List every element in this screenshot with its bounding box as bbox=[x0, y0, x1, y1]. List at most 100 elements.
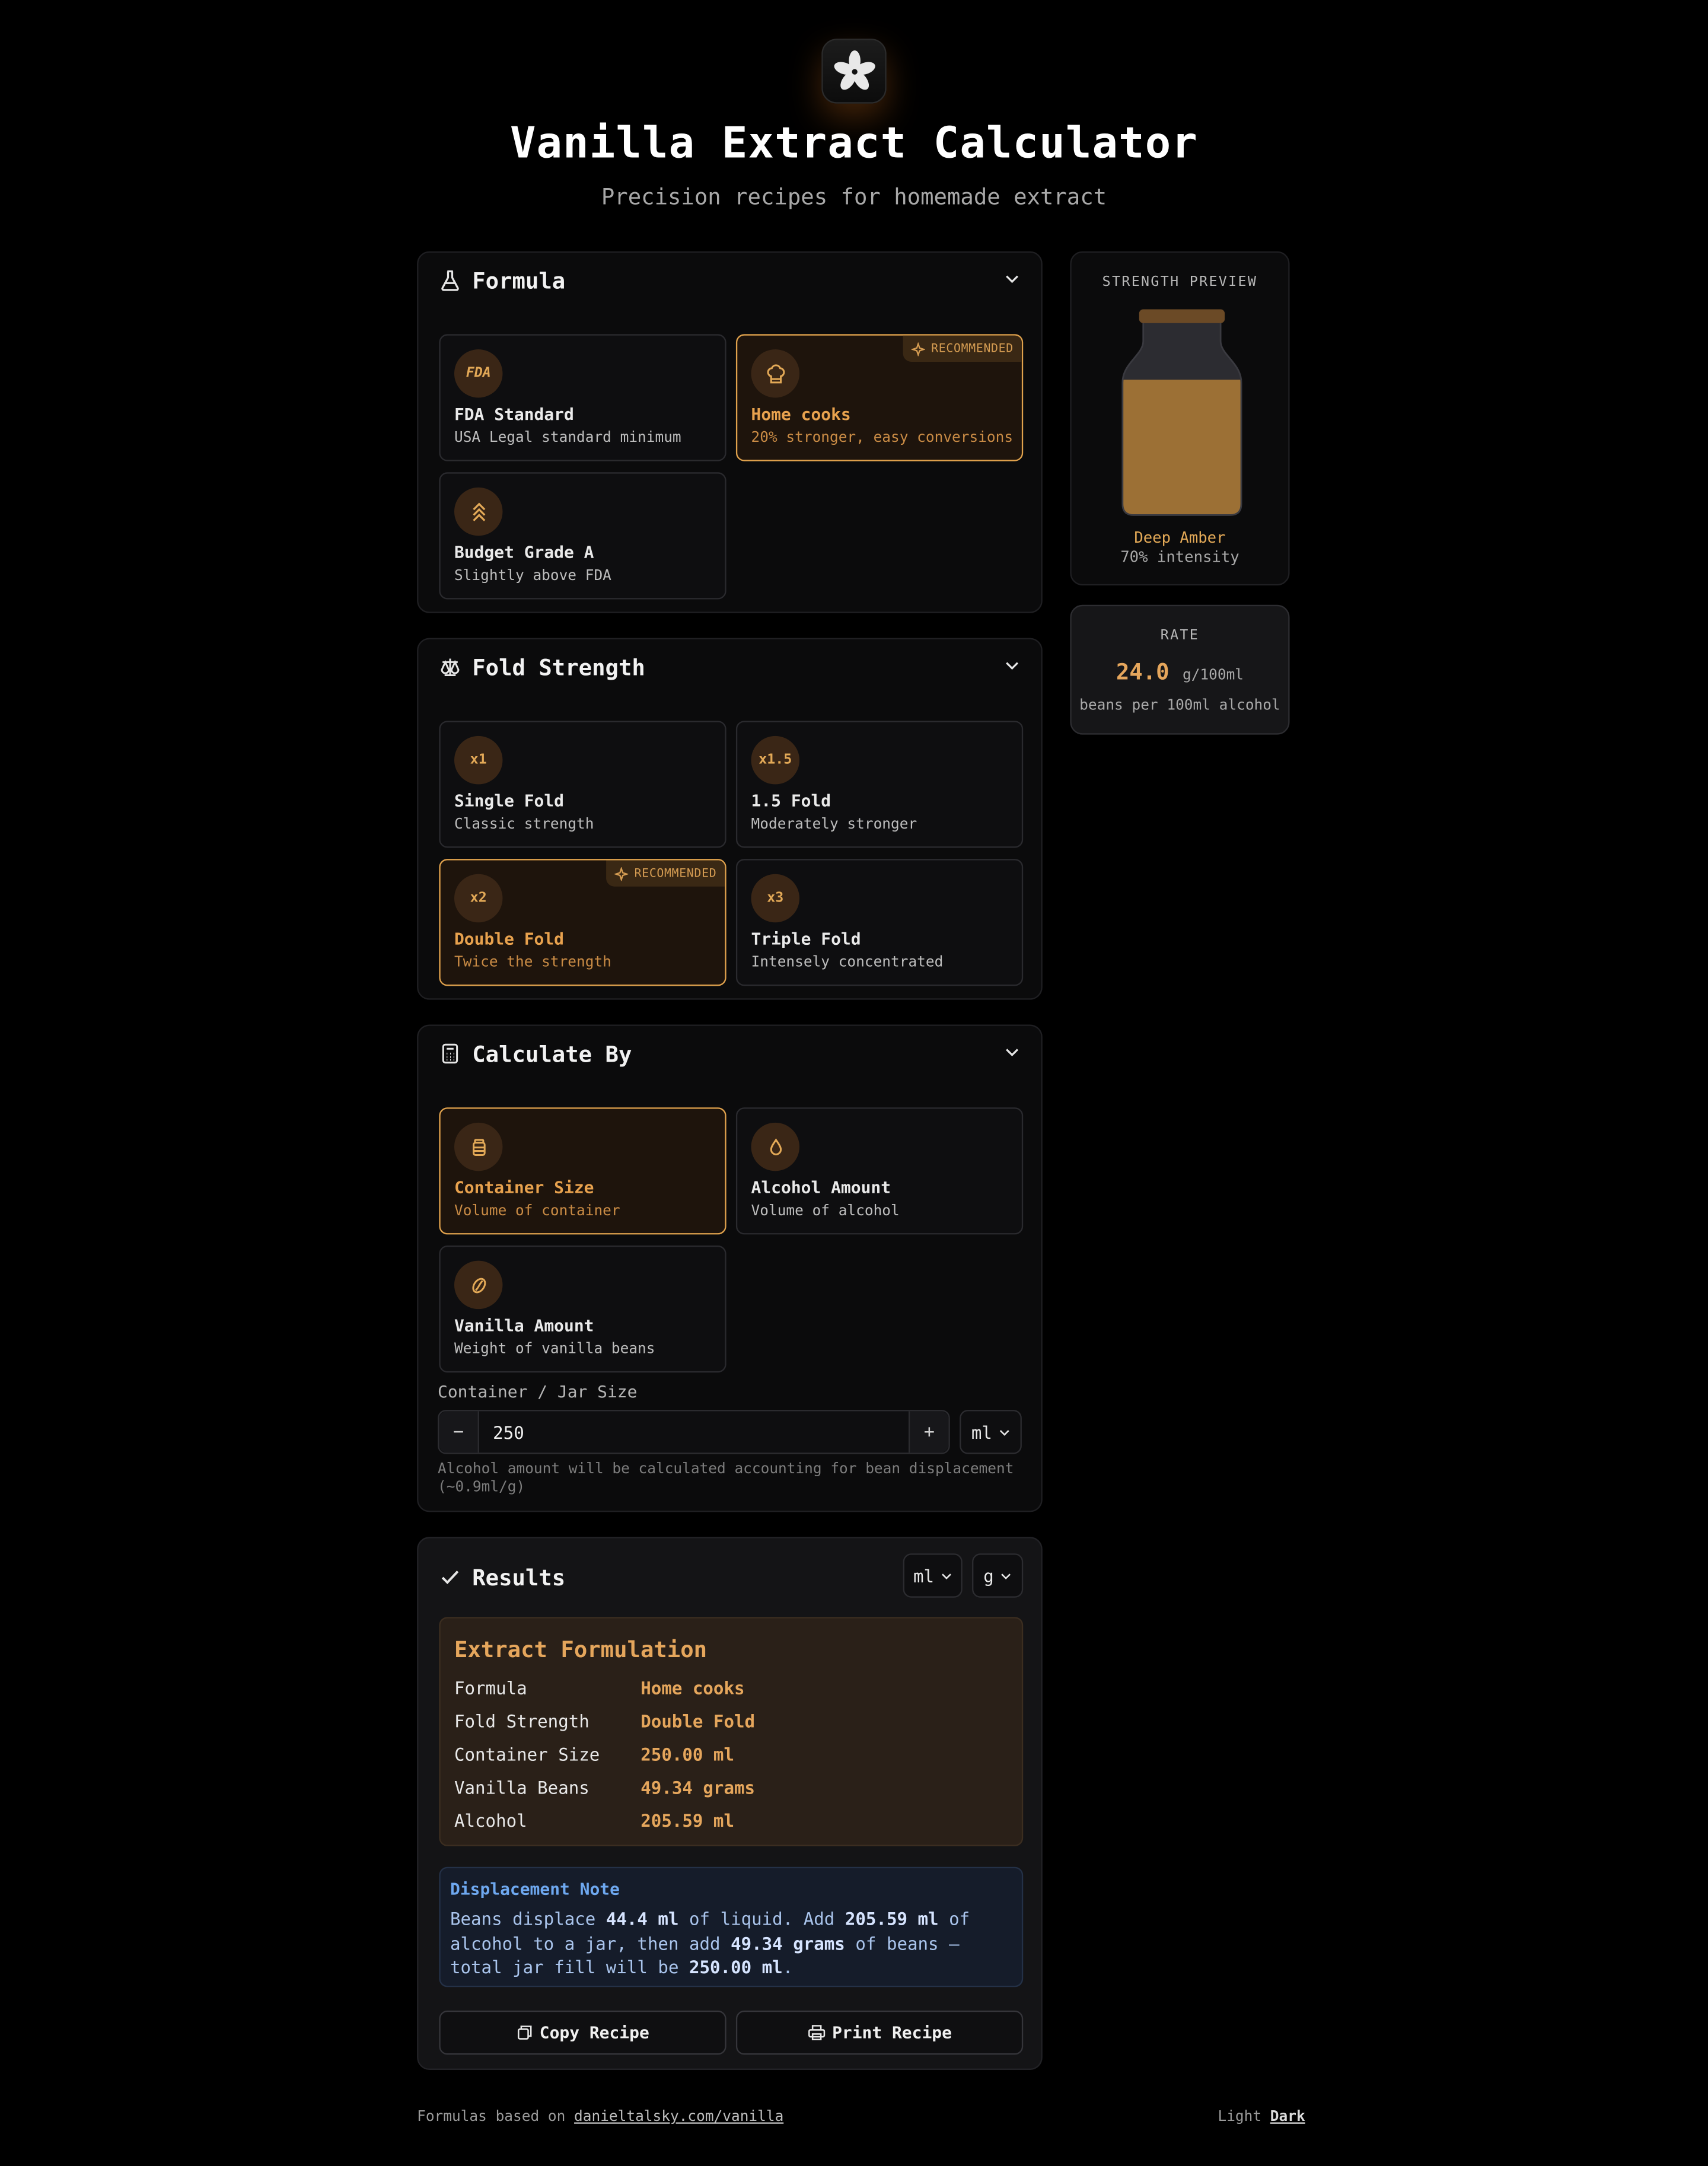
rate-title: RATE bbox=[1160, 628, 1200, 644]
theme-dark-option[interactable]: Dark bbox=[1270, 2108, 1305, 2125]
option-desc: 20% stronger, easy conversions bbox=[751, 429, 1014, 447]
multiplier-icon: x3 bbox=[751, 874, 800, 923]
copy-recipe-button[interactable]: Copy Recipe bbox=[439, 2010, 726, 2055]
fda-icon: FDA bbox=[454, 349, 503, 398]
footer-prefix: Formulas based on bbox=[417, 2108, 575, 2126]
sparkle-icon bbox=[614, 866, 629, 881]
rate-value-line: 24.0 g/100ml bbox=[1072, 659, 1289, 685]
chevron-down-icon bbox=[999, 1429, 1009, 1435]
scale-icon bbox=[441, 658, 460, 677]
chevron-down-icon[interactable] bbox=[1004, 1044, 1021, 1060]
formula-option-fda[interactable]: FDA FDA Standard USA Legal standard mini… bbox=[439, 334, 726, 461]
footer-credit: Formulas based on danieltalsky.com/vanil… bbox=[417, 2108, 783, 2125]
fold-option-triple[interactable]: x3 Triple Fold Intensely concentrated bbox=[735, 859, 1024, 986]
displacement-note: Displacement Note Beans displace 44.4 ml… bbox=[439, 1866, 1024, 1987]
formula-option-budget[interactable]: Budget Grade A Slightly above FDA bbox=[439, 472, 726, 600]
formula-option-home-cooks[interactable]: RECOMMENDED Home cooks 20% stronger, eas… bbox=[735, 334, 1024, 461]
print-recipe-button[interactable]: Print Recipe bbox=[735, 2010, 1024, 2055]
recommended-badge: RECOMMENDED bbox=[903, 335, 1022, 362]
check-icon bbox=[441, 1571, 459, 1584]
multiplier-icon: x2 bbox=[454, 874, 503, 923]
option-desc: USA Legal standard minimum bbox=[454, 429, 681, 447]
calculate-by-header[interactable]: Calculate By bbox=[439, 1040, 632, 1068]
chevron-down-icon[interactable] bbox=[1004, 270, 1021, 287]
chef-hat-icon bbox=[751, 349, 800, 398]
preview-color-name: Deep Amber bbox=[1134, 528, 1226, 547]
option-title: Single Fold bbox=[454, 791, 565, 811]
container-unit-select[interactable]: ml bbox=[960, 1410, 1022, 1454]
multiplier-icon: x1.5 bbox=[751, 735, 800, 785]
preview-title: STRENGTH PREVIEW bbox=[1102, 275, 1258, 290]
fold-strength-card: Fold Strength x1 Single Fold Classic str… bbox=[417, 638, 1043, 1000]
decrement-button[interactable]: − bbox=[439, 1411, 479, 1453]
bean-icon bbox=[454, 1260, 503, 1310]
strength-preview-card: STRENGTH PREVIEW Deep Amber 70% intensit… bbox=[1070, 251, 1290, 586]
calculate-by-title: Calculate By bbox=[472, 1040, 632, 1067]
container-size-input[interactable]: 250 bbox=[479, 1411, 909, 1453]
source-link[interactable]: danieltalsky.com/vanilla bbox=[574, 2108, 783, 2125]
jar-icon bbox=[454, 1122, 503, 1171]
theme-switcher: Light Dark bbox=[1218, 2108, 1305, 2125]
option-title: Home cooks bbox=[751, 404, 851, 424]
option-desc: Weight of vanilla beans bbox=[454, 1340, 655, 1358]
option-title: Double Fold bbox=[454, 929, 565, 949]
fold-strength-header[interactable]: Fold Strength bbox=[439, 653, 645, 681]
droplet-icon bbox=[751, 1122, 800, 1171]
unit-value: ml bbox=[971, 1421, 992, 1442]
formula-card: Formula FDA FDA Standard USA Legal stand… bbox=[417, 251, 1043, 613]
chevron-down-icon bbox=[1000, 1573, 1011, 1579]
calc-option-container[interactable]: Container Size Volume of container bbox=[439, 1107, 726, 1235]
weight-unit-select[interactable]: g bbox=[972, 1553, 1024, 1598]
option-title: 1.5 Fold bbox=[751, 791, 831, 811]
fold-option-double[interactable]: x2 RECOMMENDED Double Fold Twice the str… bbox=[439, 859, 726, 986]
option-desc: Twice the strength bbox=[454, 954, 611, 971]
print-label: Print Recipe bbox=[832, 2022, 952, 2043]
rate-card: RATE 24.0 g/100ml beans per 100ml alcoho… bbox=[1070, 604, 1290, 735]
unit-value: g bbox=[983, 1565, 994, 1586]
option-desc: Slightly above FDA bbox=[454, 567, 611, 584]
option-title: Alcohol Amount bbox=[751, 1177, 891, 1197]
bottle-illustration bbox=[1121, 309, 1242, 516]
container-size-label: Container / Jar Size bbox=[438, 1382, 638, 1402]
page-subtitle: Precision recipes for homemade extract bbox=[601, 183, 1107, 210]
container-size-stepper: − 250 + bbox=[438, 1410, 950, 1454]
extract-formulation-box: Extract Formulation Formula Home cooks Fo… bbox=[439, 1617, 1024, 1846]
option-desc: Volume of alcohol bbox=[751, 1202, 900, 1219]
option-desc: Intensely concentrated bbox=[751, 954, 944, 971]
volume-unit-select[interactable]: ml bbox=[903, 1553, 963, 1598]
option-title: Vanilla Amount bbox=[454, 1315, 594, 1336]
results-card: Results ml g Extract Formulation Formula… bbox=[417, 1537, 1043, 2070]
increment-button[interactable]: + bbox=[908, 1411, 949, 1453]
rate-value: 24.0 bbox=[1116, 658, 1170, 685]
flask-icon bbox=[441, 270, 459, 291]
note-title: Displacement Note bbox=[450, 1879, 620, 1899]
rate-desc: beans per 100ml alcohol bbox=[1079, 697, 1280, 714]
option-title: Container Size bbox=[454, 1177, 594, 1197]
bottle-cap bbox=[1139, 309, 1225, 323]
page: Vanilla Extract Calculator Precision rec… bbox=[0, 0, 1708, 2165]
chevron-down-icon[interactable] bbox=[1004, 657, 1021, 674]
multiplier-icon: x1 bbox=[454, 735, 503, 785]
copy-icon bbox=[517, 2025, 531, 2040]
formulation-title: Extract Formulation bbox=[454, 1636, 708, 1663]
option-desc: Moderately stronger bbox=[751, 816, 917, 833]
sparkle-icon bbox=[912, 342, 926, 356]
displacement-hint: Alcohol amount will be calculated accoun… bbox=[438, 1461, 1014, 1496]
chevrons-up-icon bbox=[454, 487, 503, 536]
rate-unit: g/100ml bbox=[1182, 667, 1244, 684]
recommended-badge: RECOMMENDED bbox=[607, 860, 725, 887]
formula-header[interactable]: Formula bbox=[439, 266, 565, 294]
vanilla-flower-icon bbox=[821, 39, 887, 104]
calculator-icon bbox=[442, 1043, 458, 1064]
results-title: Results bbox=[472, 1563, 566, 1590]
theme-light-option[interactable]: Light bbox=[1218, 2108, 1261, 2125]
results-header: Results bbox=[439, 1563, 565, 1591]
copy-label: Copy Recipe bbox=[539, 2022, 649, 2043]
calc-option-alcohol[interactable]: Alcohol Amount Volume of alcohol bbox=[735, 1107, 1024, 1235]
fold-option-single[interactable]: x1 Single Fold Classic strength bbox=[439, 721, 726, 848]
fold-option-1-5[interactable]: x1.5 1.5 Fold Moderately stronger bbox=[735, 721, 1024, 848]
printer-icon bbox=[808, 2025, 825, 2041]
option-desc: Classic strength bbox=[454, 816, 594, 833]
preview-intensity: 70% intensity bbox=[1120, 548, 1239, 566]
calc-option-vanilla[interactable]: Vanilla Amount Weight of vanilla beans bbox=[439, 1246, 726, 1373]
